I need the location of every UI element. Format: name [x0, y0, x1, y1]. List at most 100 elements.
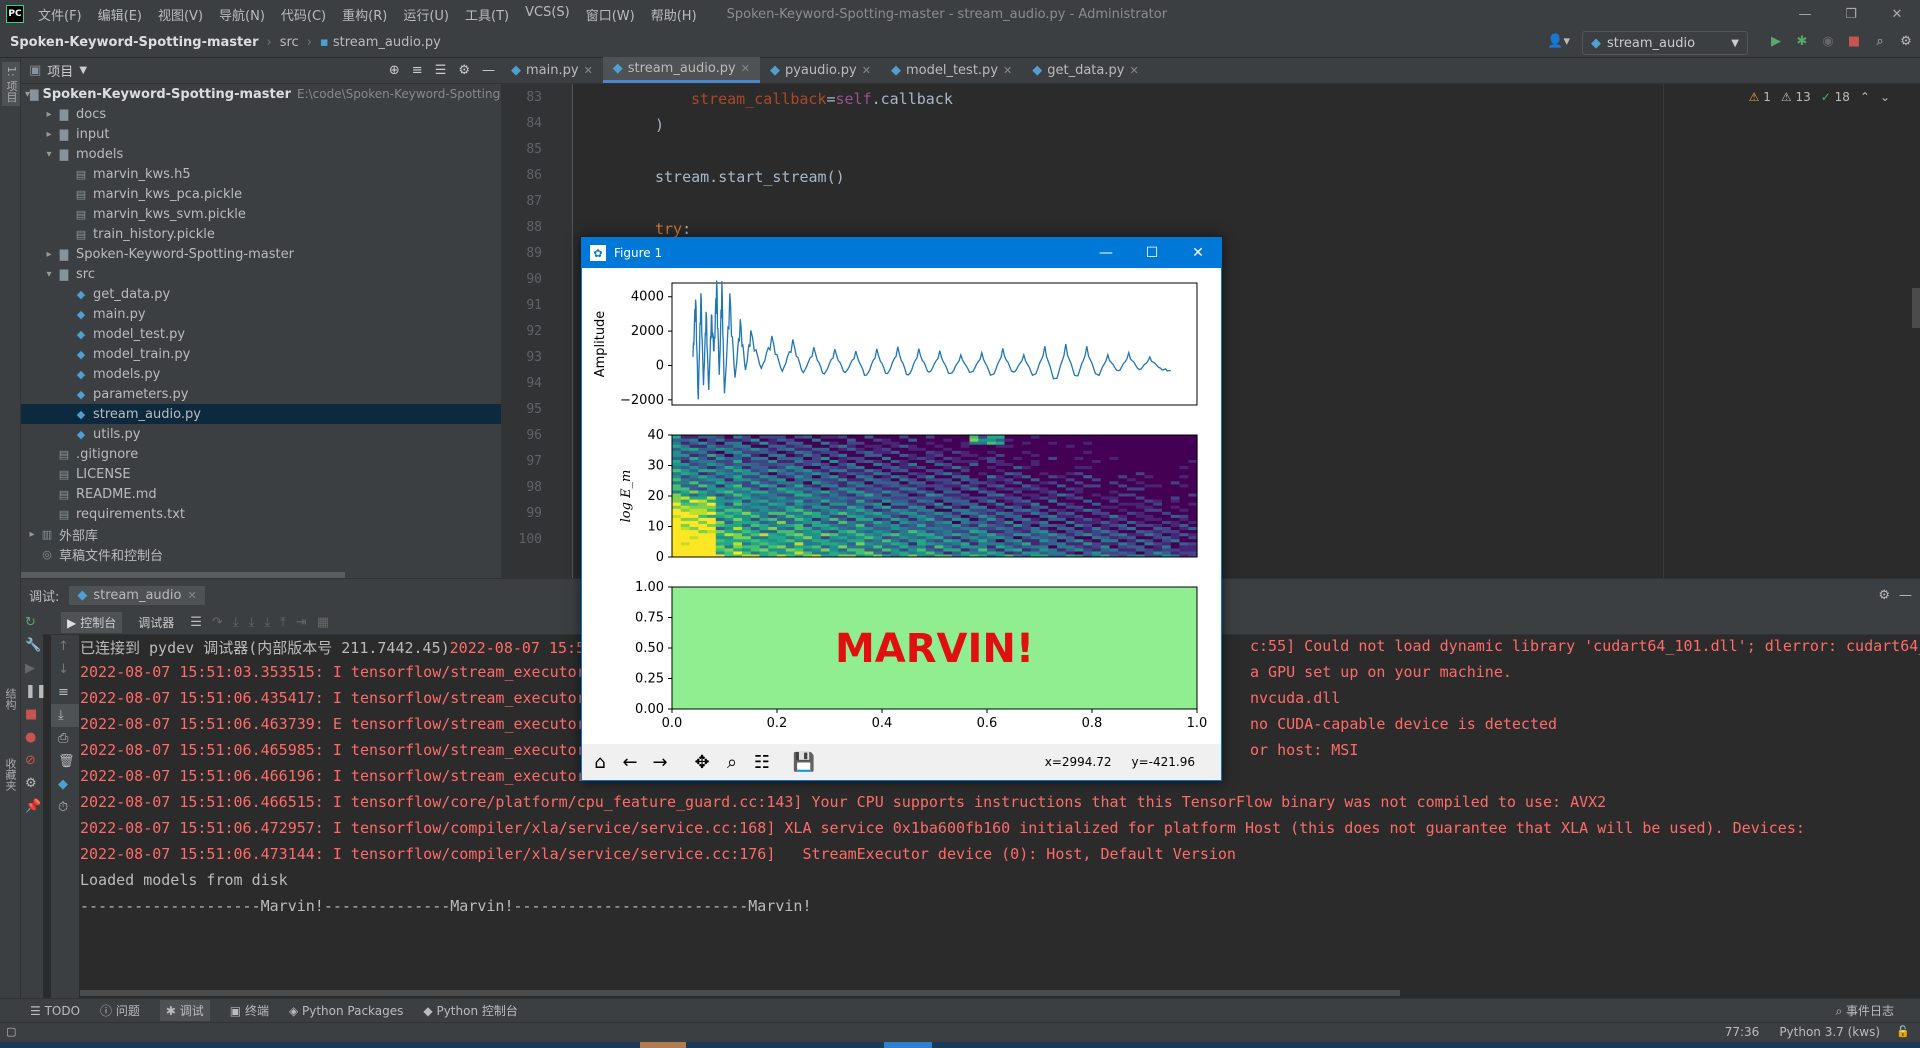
chevron-down-icon[interactable]: ▼ [79, 65, 87, 76]
editor-tab[interactable]: ◆ stream_audio.py ✕ [602, 57, 760, 83]
minimize-icon[interactable]: — [1782, 0, 1828, 28]
tree-item[interactable]: ◆ model_test.py [21, 324, 501, 344]
tab-problems[interactable]: ⓘ 问题 [100, 1002, 140, 1019]
tree-item[interactable]: ▤ README.md [21, 484, 501, 504]
tree-item[interactable]: ▸ ▇ Spoken-Keyword-Spotting-master [21, 244, 501, 264]
editor-tab[interactable]: ◆ model_test.py ✕ [881, 57, 1022, 83]
forward-icon[interactable]: → [646, 748, 674, 776]
menu-item-5[interactable]: 重构(R) [334, 5, 395, 24]
chevron-right-icon[interactable]: ▸ [25, 529, 39, 540]
breadcrumb-project[interactable]: Spoken-Keyword-Spotting-master [10, 35, 259, 50]
figure-titlebar[interactable]: ✿ Figure 1 — ☐ ✕ [582, 238, 1221, 268]
run-icon[interactable]: ▶ [1768, 33, 1784, 49]
settings-icon[interactable]: ⚙ [21, 772, 43, 795]
clear-icon[interactable]: 🗑 [51, 750, 79, 773]
gear-icon[interactable]: ⚙ [458, 63, 470, 78]
print-icon[interactable]: ⎙ [51, 727, 79, 750]
tree-item[interactable]: ◆ get_data.py [21, 284, 501, 304]
close-icon[interactable]: ✕ [1874, 0, 1920, 28]
tree-item[interactable]: ▾ ▇ Spoken-Keyword-Spotting-master E:\code\… [21, 84, 524, 104]
tab-debug[interactable]: ✱ 调试 [159, 1000, 210, 1021]
taskbar-item[interactable] [884, 1042, 932, 1048]
tree-item[interactable]: ◆ stream_audio.py [21, 404, 501, 424]
locate-icon[interactable]: ⊕ [389, 63, 400, 78]
tree-item[interactable]: ◆ model_train.py [21, 344, 501, 364]
tab-python-packages[interactable]: ◈ Python Packages [289, 1004, 403, 1018]
tree-item[interactable]: ▤ requirements.txt [21, 504, 501, 524]
code-line-88[interactable]: try: [655, 220, 691, 238]
save-icon[interactable]: 💾 [790, 748, 818, 776]
project-tool-tab[interactable]: 1: 项目 [2, 62, 20, 107]
favorites-tool-tab[interactable]: 收藏夹 [2, 758, 18, 791]
menu-item-8[interactable]: VCS(S) [517, 5, 578, 24]
tree-item[interactable]: ◎ 草稿文件和控制台 [21, 544, 501, 564]
soft-wrap-icon[interactable]: ≡ [51, 681, 79, 704]
tree-item[interactable]: ▤ .gitignore [21, 444, 501, 464]
tree-item[interactable]: ▸ ▇ input [21, 124, 501, 144]
configure-icon[interactable]: ☷ [748, 748, 776, 776]
step-into-icon[interactable]: ⤓ [233, 615, 239, 630]
breadcrumb-src[interactable]: src [280, 35, 299, 50]
code-line-83[interactable]: stream_callback=self.callback [691, 90, 953, 108]
tab-terminal[interactable]: ▣ 终端 [230, 1002, 269, 1019]
hide-icon[interactable]: — [482, 63, 495, 78]
menu-item-1[interactable]: 编辑(E) [90, 5, 150, 24]
history-icon[interactable]: ⏱ [51, 796, 79, 819]
menu-item-2[interactable]: 视图(V) [150, 5, 211, 24]
maximize-icon[interactable]: ☐ [1129, 238, 1175, 268]
editor-scrollbar[interactable] [1912, 288, 1920, 328]
tree-item[interactable]: ▤ marvin_kws.h5 [21, 164, 501, 184]
zoom-icon[interactable]: ⌕ [718, 748, 746, 776]
menu-item-3[interactable]: 导航(N) [211, 5, 273, 24]
close-icon[interactable]: ✕ [1129, 64, 1138, 77]
console-scrollbar[interactable] [80, 990, 1400, 996]
rerun-icon[interactable]: ↻ [21, 611, 43, 634]
resume-icon[interactable]: ▶ [21, 657, 43, 680]
mute-breakpoints-icon[interactable]: ⊘ [21, 749, 43, 772]
force-step-into-icon[interactable]: ⤓ [264, 615, 270, 630]
tree-item[interactable]: ▤ marvin_kws_svm.pickle [21, 204, 501, 224]
chevron-up-icon[interactable]: ⌃ [1860, 90, 1870, 104]
pan-icon[interactable]: ✥ [688, 748, 716, 776]
tab-console[interactable]: ▶ 控制台 [61, 612, 123, 633]
hide-icon[interactable]: — [1899, 588, 1912, 603]
pin-icon[interactable]: 📌 [21, 795, 43, 818]
chevron-right-icon[interactable]: ▸ [42, 129, 56, 140]
event-log[interactable]: ⌕ 事件日志 [1835, 1002, 1894, 1019]
python-console-icon[interactable]: ◆ [51, 773, 79, 796]
menu-item-6[interactable]: 运行(U) [395, 5, 457, 24]
back-icon[interactable]: ← [616, 748, 644, 776]
tree-item[interactable]: ▤ train_history.pickle [21, 224, 501, 244]
structure-tool-tab[interactable]: 结构 [2, 688, 18, 710]
chevron-down-icon[interactable]: ▾ [42, 269, 56, 280]
inspection-widget[interactable]: ⚠ 1 ⚠ 13 ✓ 18 ⌃ ⌄ [1749, 90, 1890, 104]
close-icon[interactable]: ✕ [1175, 238, 1221, 268]
chevron-down-icon[interactable]: ⌄ [1880, 90, 1890, 104]
menu-item-10[interactable]: 帮助(H) [643, 5, 705, 24]
down-icon[interactable]: ↓ [51, 658, 79, 681]
run-config-select[interactable]: ◆ stream_audio ▼ [1582, 31, 1748, 55]
scroll-to-end-icon[interactable]: ⤓ [51, 704, 79, 727]
tab-debugger[interactable]: 调试器 [132, 612, 180, 633]
step-over-icon[interactable]: ↷ [212, 615, 223, 630]
editor-tab[interactable]: ◆ get_data.py ✕ [1022, 57, 1148, 83]
lock-icon[interactable]: 🔓 [1896, 1025, 1910, 1038]
figure-canvas[interactable]: 4000 2000 0 −2000 Amplitude 40 30 20 10 0 log E_m… [582, 268, 1221, 744]
expand-all-icon[interactable]: ≡ [412, 63, 423, 78]
tree-item[interactable]: ◆ main.py [21, 304, 501, 324]
close-icon[interactable]: ✕ [741, 62, 750, 75]
menu-item-7[interactable]: 工具(T) [457, 5, 517, 24]
coverage-icon[interactable]: ◉ [1820, 33, 1836, 49]
settings-icon[interactable]: ⚙ [1898, 33, 1914, 49]
editor-tab[interactable]: ◆ main.py ✕ [501, 57, 603, 83]
chevron-right-icon[interactable]: ▸ [42, 249, 56, 260]
close-icon[interactable]: ✕ [584, 64, 593, 77]
tree-item[interactable]: ▾ ▇ models [21, 144, 501, 164]
code-line-84[interactable]: ) [655, 116, 664, 134]
project-title[interactable]: 项目 [47, 61, 73, 80]
step-into-my-code-icon[interactable]: ⤓ [249, 615, 255, 630]
gear-icon[interactable]: ⚙ [1878, 588, 1890, 603]
interpreter[interactable]: Python 3.7 (kws) [1779, 1025, 1880, 1039]
debug-icon[interactable]: ✱ [1794, 33, 1810, 49]
caret-position[interactable]: 77:36 [1725, 1025, 1760, 1039]
